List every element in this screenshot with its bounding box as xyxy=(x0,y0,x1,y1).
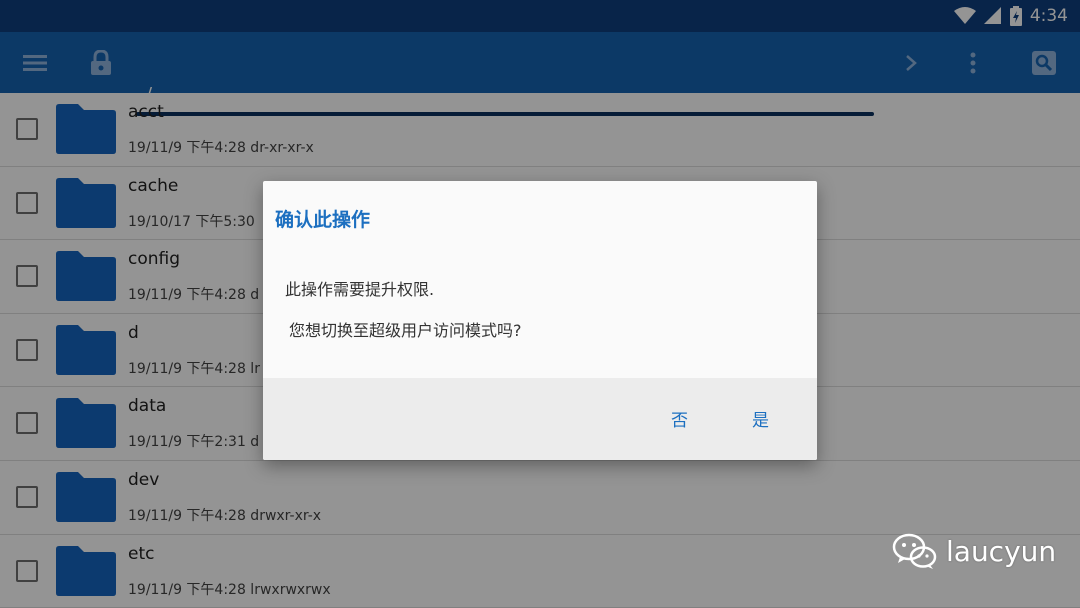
confirm-dialog: 确认此操作 此操作需要提升权限. 您想切换至超级用户访问模式吗? 否 是 xyxy=(263,181,817,460)
dialog-actions: 否 是 xyxy=(263,378,817,460)
dialog-message-2: 您想切换至超级用户访问模式吗? xyxy=(289,321,522,340)
no-button[interactable]: 否 xyxy=(671,406,688,431)
dialog-title: 确认此操作 xyxy=(275,209,371,231)
yes-button[interactable]: 是 xyxy=(752,406,769,431)
dialog-message-1: 此操作需要提升权限. xyxy=(285,280,435,299)
watermark-text: laucyun xyxy=(946,534,1057,568)
wechat-logo-icon xyxy=(892,533,937,569)
watermark: laucyun xyxy=(892,532,1056,570)
